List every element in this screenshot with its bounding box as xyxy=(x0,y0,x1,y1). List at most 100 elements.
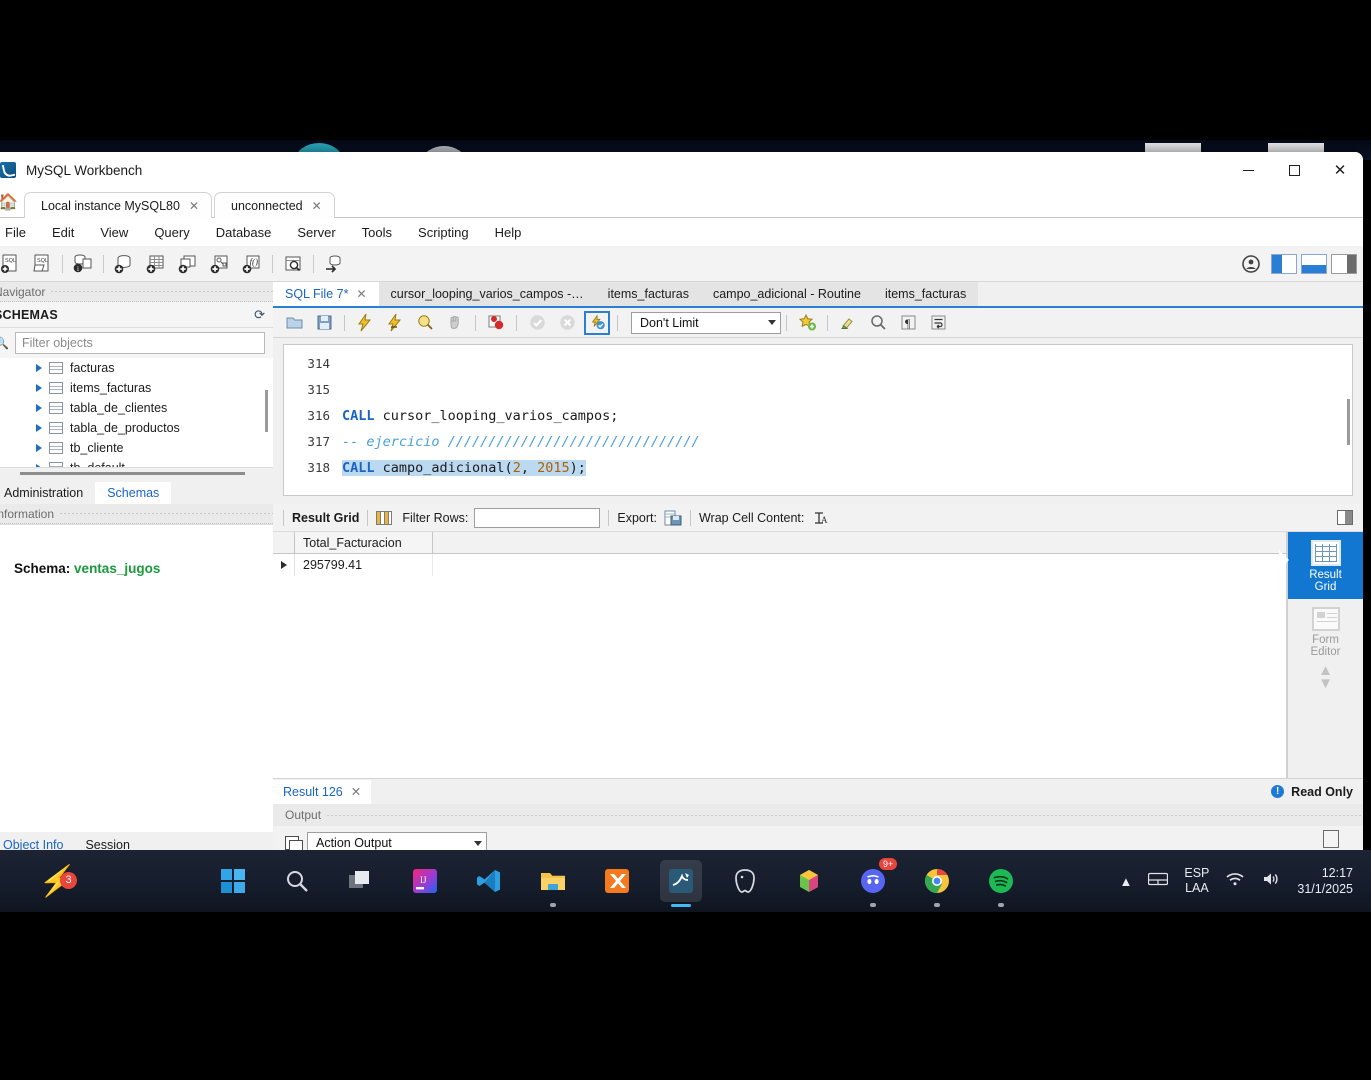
export-icon[interactable] xyxy=(664,510,682,526)
snippets-icon[interactable] xyxy=(1323,830,1339,848)
menu-view[interactable]: View xyxy=(87,218,141,246)
postgresql-icon[interactable] xyxy=(724,860,766,902)
close-icon[interactable]: ✕ xyxy=(351,784,361,799)
chevron-right-icon[interactable] xyxy=(36,424,42,432)
refresh-icon[interactable]: ⟳ xyxy=(254,307,265,323)
reconnect-server-icon[interactable] xyxy=(318,249,350,279)
tree-item-tabla-de-clientes[interactable]: tabla_de_clientes xyxy=(0,398,273,418)
xampp-icon[interactable] xyxy=(596,860,638,902)
toggle-output-icon[interactable] xyxy=(1301,254,1327,274)
menu-scripting[interactable]: Scripting xyxy=(405,218,482,246)
start-icon[interactable] xyxy=(212,860,254,902)
menu-server[interactable]: Server xyxy=(284,218,348,246)
editor-tab-sql-file-7[interactable]: SQL File 7* ✕ xyxy=(273,282,379,306)
toggle-sidebar-icon[interactable] xyxy=(1271,254,1297,274)
touch-keyboard-icon[interactable] xyxy=(1148,871,1169,892)
vs-code-icon[interactable] xyxy=(468,860,510,902)
wrap-lines-icon[interactable] xyxy=(923,310,953,336)
open-sql-script-icon[interactable]: SQL xyxy=(26,249,58,279)
stop-icon[interactable] xyxy=(440,310,470,336)
close-icon[interactable]: ✕ xyxy=(189,199,199,213)
wifi-icon[interactable] xyxy=(1225,871,1245,892)
connection-tab-unconnected[interactable]: unconnected ✕ xyxy=(214,192,335,218)
wrap-cell-icon[interactable]: A xyxy=(812,510,828,526)
info-icon[interactable]: ! xyxy=(1271,785,1285,798)
menu-file[interactable]: File xyxy=(0,218,39,246)
editor-tab-campo-adicional-routine[interactable]: campo_adicional - Routine xyxy=(700,282,873,306)
new-function-icon[interactable]: f() xyxy=(236,249,268,279)
chevron-right-icon[interactable] xyxy=(36,404,42,412)
connection-tab-local-instance[interactable]: Local instance MySQL80 ✕ xyxy=(24,192,213,218)
invisible-characters-icon[interactable]: ¶ xyxy=(893,310,923,336)
filter-objects-input[interactable]: Filter objects xyxy=(14,332,265,354)
output-type-select[interactable]: Action Output xyxy=(307,832,487,852)
chevron-right-icon[interactable] xyxy=(36,364,42,372)
sql-code-editor[interactable]: 314 315 316 317 318 CALL cursor_looping_… xyxy=(283,344,1353,496)
toggle-result-panel-icon[interactable] xyxy=(1337,510,1353,525)
task-view-icon[interactable] xyxy=(340,860,382,902)
chevron-right-icon[interactable] xyxy=(36,464,42,467)
editor-tab-items-facturas-1[interactable]: items_facturas xyxy=(595,282,701,306)
execute-current-statement-icon[interactable] xyxy=(380,310,410,336)
tree-item-tabla-de-productos[interactable]: tabla_de_productos xyxy=(0,418,273,438)
code-lines[interactable]: CALL cursor_looping_varios_campos; -- ej… xyxy=(342,345,1352,495)
output-pane-icon[interactable] xyxy=(285,836,303,852)
new-snippet-icon[interactable] xyxy=(792,310,822,336)
menu-tools[interactable]: Tools xyxy=(349,218,405,246)
result-grid-view-button[interactable]: Result Grid xyxy=(1287,532,1363,599)
volume-icon[interactable] xyxy=(1261,871,1281,892)
new-schema-icon[interactable] xyxy=(108,249,140,279)
open-file-icon[interactable] xyxy=(279,310,309,336)
result-tab-126[interactable]: Result 126 ✕ xyxy=(273,779,372,804)
new-table-icon[interactable] xyxy=(140,249,172,279)
close-icon[interactable]: ✕ xyxy=(312,199,322,213)
menu-database[interactable]: Database xyxy=(203,218,285,246)
spotify-icon[interactable] xyxy=(980,860,1022,907)
row-limit-select[interactable]: Don't Limit xyxy=(631,311,781,334)
autocommit-toggle-icon[interactable] xyxy=(584,310,610,335)
toggle-breakpoint-icon[interactable] xyxy=(481,310,511,336)
language-indicator[interactable]: ESP LAA xyxy=(1184,866,1209,896)
home-button[interactable]: 🏠 xyxy=(0,187,24,217)
editor-tab-items-facturas-2[interactable]: items_facturas xyxy=(872,282,979,306)
save-file-icon[interactable] xyxy=(309,310,339,336)
result-grid-icon[interactable] xyxy=(376,510,393,525)
editor-tab-cursor-looping-varios-campos[interactable]: cursor_looping_varios_campos -… xyxy=(378,282,596,306)
cell-total-facturacion[interactable]: 295799.41 xyxy=(295,554,433,576)
tree-horizontal-scrollbar[interactable] xyxy=(0,468,273,478)
chevron-down-icon[interactable]: ▼ xyxy=(1318,676,1333,691)
chrome-icon[interactable] xyxy=(916,860,958,907)
mysql-workbench-icon[interactable] xyxy=(660,860,703,907)
file-explorer-icon[interactable] xyxy=(532,860,574,907)
taskbar-left-logo[interactable]: ⚡ 3 xyxy=(0,864,115,899)
new-procedure-icon[interactable] xyxy=(204,249,236,279)
clock[interactable]: 12:17 31/1/2025 xyxy=(1297,865,1353,897)
result-grid[interactable]: Total_Facturacion 295799.41 xyxy=(273,532,1287,778)
chevron-up-icon[interactable]: ▲ xyxy=(1120,874,1133,889)
tree-item-facturas[interactable]: facturas xyxy=(0,358,273,378)
editor-vertical-scrollbar[interactable] xyxy=(1347,399,1350,445)
chevron-right-icon[interactable] xyxy=(36,384,42,392)
filter-rows-input[interactable] xyxy=(474,507,601,528)
search-icon[interactable] xyxy=(276,860,318,902)
search-data-icon[interactable] xyxy=(277,249,309,279)
tab-schemas[interactable]: Schemas xyxy=(95,482,172,504)
tree-item-items-facturas[interactable]: items_facturas xyxy=(0,378,273,398)
table-row[interactable]: 295799.41 xyxy=(273,554,1286,576)
toggle-secondary-sidebar-icon[interactable] xyxy=(1331,254,1357,274)
new-sql-tab-icon[interactable]: SQL xyxy=(0,249,26,279)
tree-vertical-scrollbar[interactable] xyxy=(265,390,268,432)
menu-help[interactable]: Help xyxy=(482,218,535,246)
form-editor-view-button[interactable]: Form Editor xyxy=(1288,599,1364,664)
intellij-idea-icon[interactable]: IJ xyxy=(404,860,446,902)
tab-administration[interactable]: Administration xyxy=(0,482,95,504)
menu-edit[interactable]: Edit xyxy=(39,218,87,246)
connection-info-icon[interactable]: i xyxy=(67,249,99,279)
commit-icon[interactable] xyxy=(522,310,552,336)
rollback-icon[interactable] xyxy=(552,310,582,336)
beautify-query-icon[interactable] xyxy=(833,310,863,336)
tree-item-tb-cliente[interactable]: tb_cliente xyxy=(0,438,273,458)
maximize-button[interactable] xyxy=(1271,152,1317,188)
tree-item-tb-default[interactable]: tb_default xyxy=(0,458,273,467)
close-button[interactable]: ✕ xyxy=(1317,152,1363,188)
